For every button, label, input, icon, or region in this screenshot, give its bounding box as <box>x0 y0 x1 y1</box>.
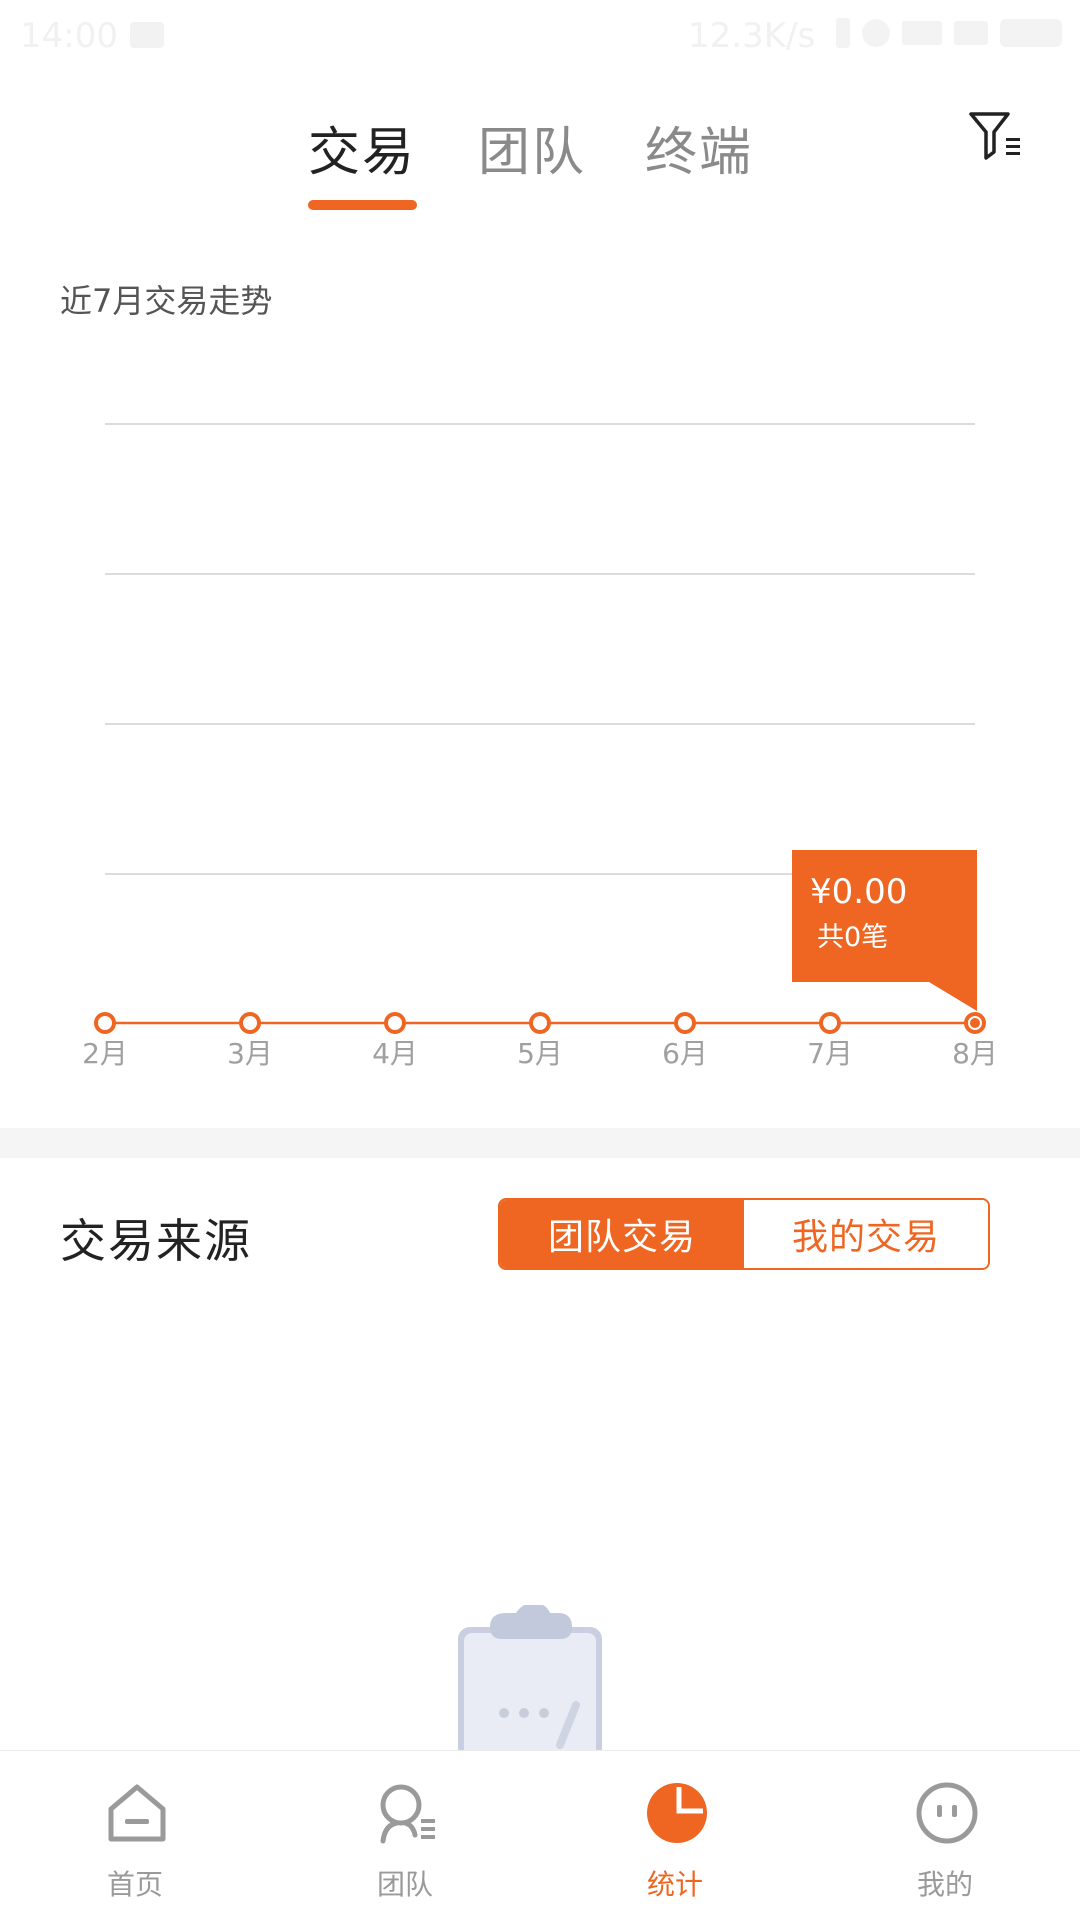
nav-stats[interactable]: 统计 <box>595 1751 755 1920</box>
nav-team-label: 团队 <box>376 1868 433 1901</box>
pie-chart-icon <box>647 1783 707 1843</box>
bluetooth-icon <box>836 18 850 48</box>
nav-mine-label: 我的 <box>916 1868 973 1901</box>
active-tab-indicator <box>308 200 417 210</box>
x-tick-label: 6月 <box>662 1037 708 1070</box>
empty-clipboard-illustration <box>458 1605 602 1750</box>
message-icon <box>130 22 164 48</box>
nav-mine[interactable]: 我的 <box>865 1751 1025 1920</box>
data-point-6月 <box>674 1012 696 1034</box>
data-point-5月 <box>529 1012 551 1034</box>
status-bar: 14:00 12.3K/s <box>0 0 1080 72</box>
alarm-icon <box>862 19 890 47</box>
data-point-selected-dot <box>970 1018 980 1028</box>
x-tick-label: 4月 <box>372 1037 418 1070</box>
tab-team[interactable]: 团队 <box>478 110 586 185</box>
tab-terminal[interactable]: 终端 <box>645 110 753 185</box>
x-tick-label: 5月 <box>517 1037 563 1070</box>
top-tab-bar: 交易 团队 终端 <box>0 100 1080 220</box>
data-point-3月 <box>239 1012 261 1034</box>
data-point-2月 <box>94 1012 116 1034</box>
nav-team[interactable]: 团队 <box>325 1751 485 1920</box>
wifi-icon <box>954 21 988 45</box>
source-section-title: 交易来源 <box>60 1214 252 1268</box>
nav-stats-label: 统计 <box>646 1868 703 1901</box>
face-icon <box>916 1782 978 1844</box>
status-time: 14:00 <box>20 16 118 56</box>
nav-home-label: 首页 <box>106 1868 163 1901</box>
signal-icon <box>902 21 942 45</box>
x-tick-label: 8月 <box>952 1037 998 1070</box>
team-transactions-toggle[interactable]: 团队交易 <box>500 1200 744 1268</box>
tab-transactions[interactable]: 交易 <box>308 110 416 185</box>
chart-title: 近7月交易走势 <box>60 282 273 320</box>
home-icon <box>108 1784 166 1842</box>
my-transactions-toggle[interactable]: 我的交易 <box>744 1200 988 1268</box>
team-icon <box>380 1784 435 1844</box>
section-divider <box>0 1128 1080 1158</box>
tooltip-count: 共0笔 <box>817 922 888 953</box>
x-tick-label: 7月 <box>807 1037 853 1070</box>
data-point-7月 <box>819 1012 841 1034</box>
network-speed: 12.3K/s <box>688 16 816 56</box>
trend-line-chart: 2月 3月 4月 5月 6月 7月 8月 ¥0.00 共0笔 <box>82 423 998 1070</box>
data-point-4月 <box>384 1012 406 1034</box>
bottom-nav: 首页 团队 统计 我的 <box>0 1750 1080 1920</box>
system-icons <box>836 18 1062 48</box>
x-tick-label: 3月 <box>227 1037 273 1070</box>
source-toggle: 团队交易 我的交易 <box>498 1198 990 1270</box>
filter-list-icon <box>969 112 1020 160</box>
battery-icon <box>1000 19 1062 47</box>
tooltip-amount: ¥0.00 <box>810 872 907 912</box>
x-tick-label: 2月 <box>82 1037 128 1070</box>
nav-home[interactable]: 首页 <box>55 1751 215 1920</box>
filter-button[interactable] <box>968 110 1024 166</box>
